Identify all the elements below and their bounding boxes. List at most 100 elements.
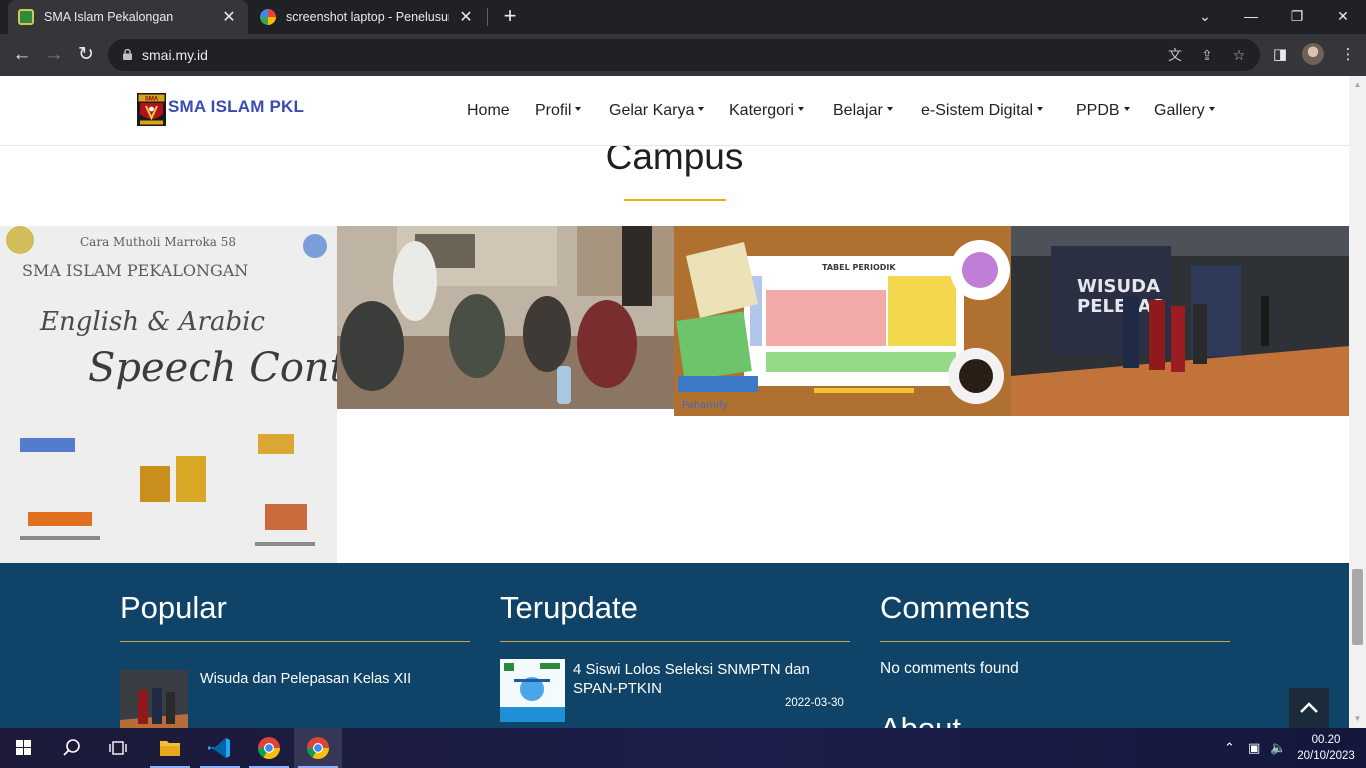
- nav-label: Katergori: [729, 102, 794, 119]
- url-text[interactable]: smai.my.id: [142, 47, 208, 63]
- popular-post-thumbnail[interactable]: [120, 670, 188, 728]
- poster-graphic: Cara Mutholi Marroka 58 SMA ISLAM PEKALO…: [0, 226, 337, 563]
- task-view-button[interactable]: [96, 728, 144, 768]
- popular-post-title[interactable]: Wisuda dan Pelepasan Kelas XII: [200, 670, 460, 689]
- chrome-icon: [258, 737, 280, 759]
- periodic-table-graphic: TABEL PERIODIK Pahamify: [674, 226, 1011, 416]
- school-logo[interactable]: SMA: [137, 93, 166, 126]
- translate-icon[interactable]: 文: [1166, 46, 1184, 64]
- browser-tab-strip: SMA Islam Pekalongan ✕ screenshot laptop…: [0, 0, 1366, 34]
- nav-e-sistem-digital[interactable]: e-Sistem Digital: [921, 102, 1044, 120]
- nav-profil[interactable]: Profil: [535, 102, 582, 120]
- nav-gallery[interactable]: Gallery: [1154, 102, 1215, 120]
- tab-separator: [487, 8, 488, 26]
- nav-label: Home: [467, 102, 510, 119]
- terupdate-post-title[interactable]: 4 Siswi Lolos Seleksi SNMPTN dan SPAN-PT…: [573, 660, 845, 698]
- periodic-table-illustration[interactable]: TABEL PERIODIK Pahamify: [674, 226, 1011, 416]
- scroll-to-top-button[interactable]: [1289, 688, 1329, 728]
- caret-down-icon: [575, 106, 582, 111]
- nav-home[interactable]: Home: [467, 102, 510, 120]
- nav-ppdb[interactable]: PPDB: [1076, 102, 1130, 120]
- windows-taskbar: ⌃ ▣ 🔈 00.20 20/10/2023: [0, 728, 1366, 768]
- logo-text: SMA: [145, 96, 159, 102]
- address-bar[interactable]: smai.my.id 文 ⇪ ☆: [108, 39, 1260, 71]
- wisuda-stage-photo[interactable]: WISUDA PELEPAS: [1011, 226, 1349, 416]
- scroll-down-arrow-icon[interactable]: ▼: [1353, 714, 1362, 723]
- forward-arrow-icon[interactable]: →: [41, 42, 67, 68]
- minimize-button[interactable]: —: [1228, 0, 1274, 34]
- speaker-icon[interactable]: 🔈: [1270, 740, 1286, 756]
- caret-down-icon: [1037, 106, 1044, 111]
- profile-avatar[interactable]: [1302, 43, 1324, 65]
- close-icon[interactable]: ✕: [457, 7, 475, 27]
- tab-title: screenshot laptop - Penelusuran: [286, 10, 449, 24]
- folder-icon: [160, 741, 180, 756]
- svg-text:Cara Mutholi Marroka 58: Cara Mutholi Marroka 58: [80, 235, 236, 249]
- terupdate-post-thumbnail[interactable]: [500, 659, 565, 722]
- chevron-up-tray-icon[interactable]: ⌃: [1224, 740, 1235, 756]
- nav-label: Gallery: [1154, 102, 1205, 119]
- tab-google-search[interactable]: screenshot laptop - Penelusuran ✕: [250, 0, 485, 34]
- vscode-button[interactable]: [196, 728, 244, 768]
- side-panel-icon[interactable]: ◨: [1270, 45, 1290, 65]
- caret-down-icon: [1123, 106, 1130, 111]
- lock-icon: [123, 49, 132, 60]
- terupdate-rule: [500, 641, 850, 642]
- share-icon[interactable]: ⇪: [1198, 46, 1216, 64]
- new-tab-button[interactable]: +: [497, 4, 523, 30]
- file-explorer-button[interactable]: [146, 728, 194, 768]
- browser-toolbar: ← → ↻ smai.my.id 文 ⇪ ☆ ◨ ⋮: [0, 34, 1366, 76]
- search-button[interactable]: [48, 728, 96, 768]
- task-view-icon: [109, 741, 127, 755]
- svg-text:WISUDA: WISUDA: [1077, 276, 1160, 297]
- scroll-up-arrow-icon[interactable]: ▲: [1353, 80, 1362, 89]
- caret-down-icon: [1208, 106, 1215, 111]
- wisuda-thumbnail: [120, 670, 188, 728]
- tab-search-chevron-icon[interactable]: ⌄: [1182, 0, 1228, 34]
- terupdate-post-date: 2022-03-30: [785, 697, 844, 709]
- start-button[interactable]: [0, 728, 48, 768]
- heading-underline: [624, 199, 726, 201]
- page-scrollbar[interactable]: ▲ ▼: [1349, 76, 1366, 728]
- bookmark-star-icon[interactable]: ☆: [1230, 46, 1248, 64]
- tab-sma-islam[interactable]: SMA Islam Pekalongan ✕: [8, 0, 248, 34]
- caret-down-icon: [886, 106, 893, 111]
- svg-text:Speech Contest: Speech Contest: [88, 345, 337, 391]
- nav-label: PPDB: [1076, 102, 1120, 119]
- nav-gelar-karya[interactable]: Gelar Karya: [609, 102, 705, 120]
- web-page: SMA SMA ISLAM PKL Home Profil Gelar Kary…: [0, 76, 1349, 728]
- windows-logo-icon: [16, 740, 31, 755]
- classroom-students-photo[interactable]: [337, 226, 674, 409]
- nav-katergori[interactable]: Katergori: [729, 102, 804, 120]
- terupdate-heading: Terupdate: [500, 590, 638, 625]
- system-clock[interactable]: 00.20 20/10/2023: [1291, 732, 1361, 764]
- chrome-icon: [307, 737, 329, 759]
- restore-button[interactable]: ❐: [1274, 0, 1320, 34]
- tab-title: SMA Islam Pekalongan: [44, 10, 174, 24]
- back-arrow-icon[interactable]: ←: [9, 42, 35, 68]
- site-brand[interactable]: SMA ISLAM PKL: [168, 97, 304, 117]
- close-icon[interactable]: ✕: [220, 7, 238, 27]
- about-heading-clipped: About: [880, 713, 980, 728]
- chevron-up-icon: [1300, 702, 1318, 713]
- clock-date: 20/10/2023: [1297, 750, 1355, 762]
- menu-kebab-icon[interactable]: ⋮: [1338, 45, 1358, 65]
- svg-text:English & Arabic: English & Arabic: [39, 307, 265, 337]
- clock-time: 00.20: [1311, 734, 1341, 746]
- chrome-profile-button[interactable]: [294, 728, 342, 768]
- nav-belajar[interactable]: Belajar: [833, 102, 893, 120]
- webcam-icon[interactable]: ▣: [1248, 740, 1260, 756]
- wisuda-graphic: WISUDA PELEPAS: [1011, 226, 1349, 416]
- reload-icon[interactable]: ↻: [73, 42, 99, 68]
- scrollbar-thumb[interactable]: [1352, 569, 1363, 645]
- comments-rule: [880, 641, 1230, 642]
- classroom-graphic: [337, 226, 674, 409]
- site-favicon: [18, 9, 34, 25]
- close-window-button[interactable]: ✕: [1320, 0, 1366, 34]
- comments-heading: Comments: [880, 590, 1030, 625]
- no-comments-text: No comments found: [880, 660, 1019, 677]
- svg-text:TABEL PERIODIK: TABEL PERIODIK: [822, 263, 896, 272]
- speech-contest-poster[interactable]: Cara Mutholi Marroka 58 SMA ISLAM PEKALO…: [0, 226, 337, 563]
- chrome-button[interactable]: [245, 728, 293, 768]
- nav-label: Profil: [535, 102, 572, 119]
